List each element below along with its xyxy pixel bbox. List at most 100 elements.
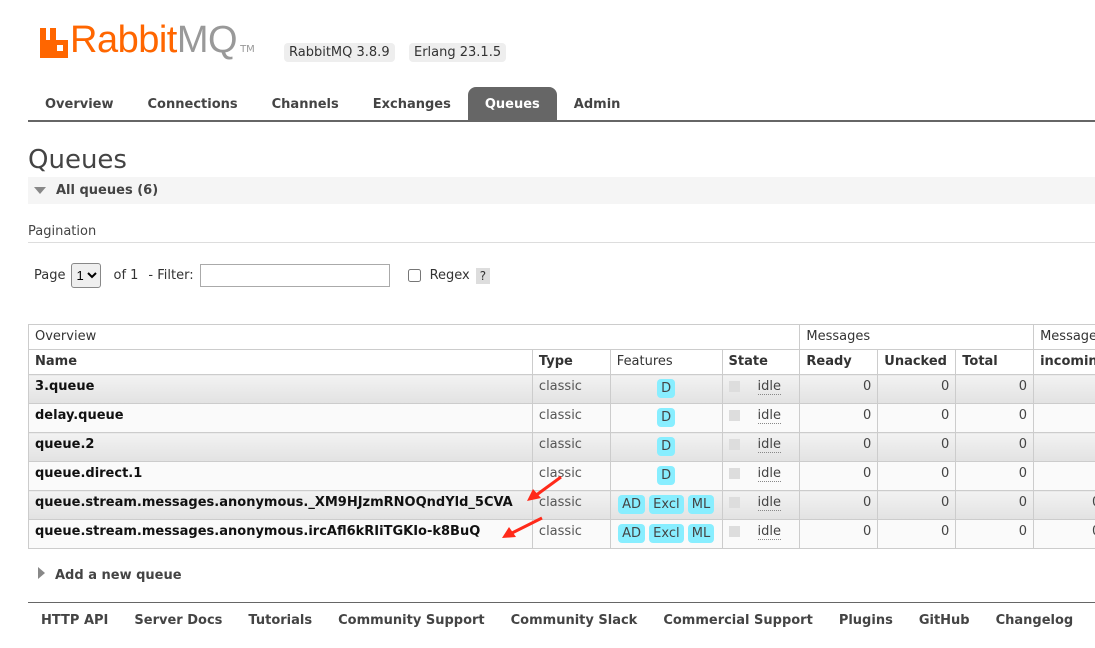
group-overview: Overview bbox=[27, 324, 801, 350]
queue-name-link[interactable]: queue.stream.messages.anonymous._XM9HJzm… bbox=[35, 495, 513, 510]
main-nav: Overview Connections Channels Exchanges … bbox=[28, 87, 1095, 122]
footer-github[interactable]: GitHub bbox=[906, 613, 983, 628]
logo-text: Rabbit bbox=[70, 19, 177, 61]
incoming-rate bbox=[1033, 374, 1095, 404]
group-messages: Messages bbox=[799, 324, 1035, 350]
queue-state: idle bbox=[721, 461, 801, 491]
footer-tutorials[interactable]: Tutorials bbox=[235, 613, 325, 628]
queue-features: D bbox=[609, 374, 723, 404]
queue-name-link[interactable]: 3.queue bbox=[35, 379, 94, 394]
page-label: Page bbox=[34, 268, 66, 283]
footer-plugins[interactable]: Plugins bbox=[826, 613, 906, 628]
total-count: 0 bbox=[955, 519, 1035, 549]
feature-badge: D bbox=[657, 408, 676, 427]
state-label: idle bbox=[757, 437, 782, 453]
incoming-rate: 0.00 bbox=[1033, 519, 1095, 549]
feature-badge: AD bbox=[618, 524, 646, 543]
erlang-version: Erlang 23.1.5 bbox=[409, 43, 507, 62]
tab-connections[interactable]: Connections bbox=[131, 87, 255, 120]
incoming-rate bbox=[1033, 461, 1095, 491]
unacked-count: 0 bbox=[877, 403, 957, 433]
footer-commercial-support[interactable]: Commercial Support bbox=[650, 613, 826, 628]
ready-count: 0 bbox=[799, 490, 879, 520]
state-label: idle bbox=[757, 379, 782, 395]
table-row: queue.direct.1 classic D idle 0 0 0 bbox=[28, 461, 1095, 491]
rabbit-logo-icon bbox=[40, 28, 68, 58]
footer-http-api[interactable]: HTTP API bbox=[28, 613, 121, 628]
pagination-controls: Page 1 of 1 - Filter: Regex ? bbox=[34, 263, 491, 288]
queue-type: classic bbox=[531, 490, 611, 520]
all-queues-toggle[interactable]: All queues (6) bbox=[28, 177, 1095, 204]
state-indicator-icon bbox=[728, 497, 740, 508]
col-type[interactable]: Type bbox=[531, 349, 611, 375]
queue-name-link[interactable]: queue.direct.1 bbox=[35, 466, 142, 481]
col-ready[interactable]: Ready bbox=[799, 349, 879, 375]
page-select[interactable]: 1 bbox=[71, 263, 102, 288]
tab-queues[interactable]: Queues bbox=[467, 87, 557, 120]
regex-label: Regex bbox=[429, 268, 470, 283]
ready-count: 0 bbox=[799, 519, 879, 549]
queue-type: classic bbox=[531, 519, 611, 549]
col-name[interactable]: Name bbox=[28, 349, 533, 375]
total-count: 0 bbox=[955, 461, 1035, 491]
feature-badge: Excl bbox=[649, 495, 684, 514]
footer: HTTP API Server Docs Tutorials Community… bbox=[28, 602, 1095, 628]
group-message-rates: Message bbox=[1033, 324, 1095, 350]
state-label: idle bbox=[757, 524, 782, 540]
pagination-title: Pagination bbox=[28, 224, 97, 239]
feature-badge: D bbox=[657, 379, 676, 398]
footer-community-slack[interactable]: Community Slack bbox=[498, 613, 651, 628]
feature-badge: Excl bbox=[649, 524, 684, 543]
queue-state: idle bbox=[721, 519, 801, 549]
state-indicator-icon bbox=[728, 526, 740, 537]
rabbitmq-version: RabbitMQ 3.8.9 bbox=[284, 43, 395, 62]
queue-type: classic bbox=[531, 403, 611, 433]
queue-name-link[interactable]: queue.stream.messages.anonymous.ircAfl6k… bbox=[35, 524, 480, 539]
queue-type: classic bbox=[531, 374, 611, 404]
table-row: queue.stream.messages.anonymous.ircAfl6k… bbox=[28, 519, 1095, 549]
col-state[interactable]: State bbox=[721, 349, 801, 375]
queue-features: AD Excl ML bbox=[609, 490, 723, 520]
queue-state: idle bbox=[721, 374, 801, 404]
state-indicator-icon bbox=[728, 410, 740, 421]
footer-community-support[interactable]: Community Support bbox=[325, 613, 498, 628]
queue-features: D bbox=[609, 432, 723, 462]
expand-triangle-icon bbox=[38, 567, 45, 579]
queue-type: classic bbox=[531, 432, 611, 462]
regex-help-button[interactable]: ? bbox=[475, 267, 491, 284]
tab-admin[interactable]: Admin bbox=[557, 87, 638, 120]
feature-badge: AD bbox=[618, 495, 646, 514]
incoming-rate: 0.00 bbox=[1033, 490, 1095, 520]
queue-features: D bbox=[609, 403, 723, 433]
queue-name-link[interactable]: queue.2 bbox=[35, 437, 94, 452]
footer-changelog[interactable]: Changelog bbox=[983, 613, 1087, 628]
unacked-count: 0 bbox=[877, 432, 957, 462]
tab-overview[interactable]: Overview bbox=[28, 87, 131, 120]
col-incoming[interactable]: incomin bbox=[1033, 349, 1095, 375]
col-features: Features bbox=[609, 349, 723, 375]
queue-state: idle bbox=[721, 490, 801, 520]
regex-checkbox[interactable] bbox=[407, 269, 421, 282]
tab-exchanges[interactable]: Exchanges bbox=[356, 87, 468, 120]
col-total[interactable]: Total bbox=[955, 349, 1035, 375]
feature-badge: ML bbox=[687, 524, 715, 543]
ready-count: 0 bbox=[799, 432, 879, 462]
queue-state: idle bbox=[721, 432, 801, 462]
table-row: 3.queue classic D idle 0 0 0 bbox=[28, 374, 1095, 404]
ready-count: 0 bbox=[799, 461, 879, 491]
state-label: idle bbox=[757, 408, 782, 424]
unacked-count: 0 bbox=[877, 461, 957, 491]
col-unacked[interactable]: Unacked bbox=[877, 349, 957, 375]
total-count: 0 bbox=[955, 403, 1035, 433]
queue-name-link[interactable]: delay.queue bbox=[35, 408, 124, 423]
table-row: queue.stream.messages.anonymous._XM9HJzm… bbox=[28, 490, 1095, 520]
tab-channels[interactable]: Channels bbox=[255, 87, 356, 120]
filter-input[interactable] bbox=[199, 264, 390, 287]
state-indicator-icon bbox=[728, 381, 740, 392]
filter-label: - Filter: bbox=[148, 268, 194, 283]
page-title: Queues bbox=[28, 145, 127, 175]
total-count: 0 bbox=[955, 490, 1035, 520]
feature-badge: D bbox=[657, 466, 676, 485]
add-queue-toggle[interactable]: Add a new queue bbox=[38, 567, 182, 583]
footer-server-docs[interactable]: Server Docs bbox=[121, 613, 235, 628]
